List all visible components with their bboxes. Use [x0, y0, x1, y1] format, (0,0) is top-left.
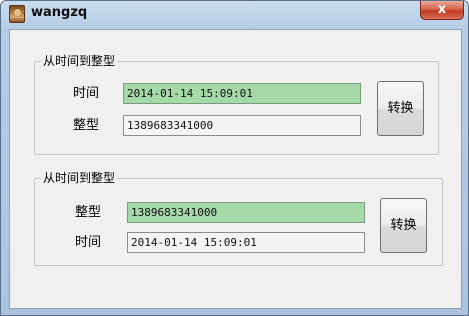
int-label: 整型: [73, 118, 100, 133]
app-window: wangzq x 从时间到整型 时间 2014-01-14 15:09:01 整…: [0, 0, 469, 316]
window-title: wangzq: [31, 5, 88, 20]
time-label: 时间: [75, 235, 102, 250]
group-title: 从时间到整型: [41, 170, 118, 186]
group-time-to-int: 从时间到整型 时间 2014-01-14 15:09:01 整型 1389683…: [34, 53, 439, 155]
convert-button[interactable]: 转换: [380, 198, 427, 253]
client-area: 从时间到整型 时间 2014-01-14 15:09:01 整型 1389683…: [9, 29, 462, 309]
convert-button[interactable]: 转换: [377, 81, 424, 136]
int-label: 整型: [75, 205, 102, 220]
group-title: 从时间到整型: [41, 53, 118, 69]
title-bar[interactable]: wangzq x: [1, 1, 468, 29]
time-output[interactable]: 2014-01-14 15:09:01: [127, 232, 365, 253]
time-input[interactable]: 2014-01-14 15:09:01: [123, 83, 361, 104]
close-icon: x: [437, 2, 447, 17]
int-input[interactable]: 1389683341000: [127, 202, 365, 223]
group-int-to-time: 从时间到整型 整型 1389683341000 时间 2014-01-14 15…: [34, 170, 443, 266]
close-button[interactable]: x: [420, 1, 464, 20]
int-output[interactable]: 1389683341000: [123, 115, 361, 136]
app-icon[interactable]: [9, 5, 25, 23]
time-label: 时间: [73, 86, 100, 101]
